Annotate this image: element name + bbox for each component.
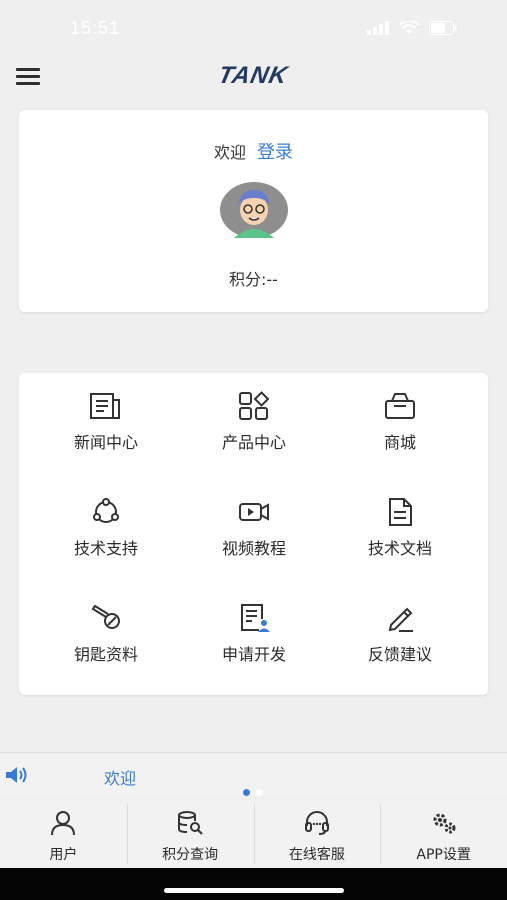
profile-card: 欢迎 登录 积分:-- [19,110,488,312]
welcome-row: 欢迎 登录 [19,138,488,164]
menu-item-label: 技术支持 [73,539,138,558]
page-dot-active [243,789,250,796]
menu-item-video-tutorials[interactable]: 视频教程 [189,497,319,577]
settings-gears-icon [433,813,456,834]
tab-user[interactable]: 用户 [0,800,127,868]
wifi-icon [398,19,420,39]
menu-item-label: 技术文档 [367,539,432,558]
tank-logo: TANK [215,62,291,89]
speaker-icon [6,767,27,783]
menu-grid-card: 新闻中心 产品中心 商城 技术支持 视频教程 技术文档 钥匙资料 申请开发 反馈… [19,373,488,695]
page-indicator [243,789,263,796]
headset-icon [304,811,329,835]
menu-item-label: 反馈建议 [367,645,432,664]
tab-label: 积分查询 [162,847,219,863]
menu-item-product-center[interactable]: 产品中心 [189,391,319,471]
menu-item-label: 申请开发 [221,645,286,664]
home-indicator-area [0,868,507,900]
avatar[interactable] [220,182,288,238]
battery-icon [429,20,457,39]
home-indicator[interactable] [164,888,344,893]
menu-item-label: 新闻中心 [73,433,138,452]
menu-item-label: 视频教程 [221,539,286,558]
signal-icon [367,20,389,39]
bottom-tab-bar: 用户 积分查询 在线客服 APP设置 [0,800,507,868]
tab-app-settings[interactable]: APP设置 [380,800,507,868]
menu-item-key-info[interactable]: 钥匙资料 [41,603,171,683]
menu-item-label: 产品中心 [221,433,286,452]
status-icons [367,19,457,39]
top-bar: TANK [0,58,507,98]
points-text: 积分:-- [229,270,278,289]
tab-label: 在线客服 [288,847,345,863]
pencil-icon [388,607,413,632]
menu-item-apply-development[interactable]: 申请开发 [189,603,319,683]
announcement-text: 欢迎 [104,769,137,788]
products-grid-icon [239,391,270,420]
page-dot [256,789,263,796]
tab-points-query[interactable]: 积分查询 [126,800,254,868]
tab-online-service[interactable]: 在线客服 [253,800,381,868]
menu-item-feedback[interactable]: 反馈建议 [335,603,465,683]
menu-item-tech-docs[interactable]: 技术文档 [335,497,465,577]
status-time: 15:51 [70,18,121,38]
menu-item-label: 钥匙资料 [73,645,138,664]
document-icon [389,498,412,526]
tab-label: APP设置 [416,847,471,863]
shop-bag-icon [385,393,415,419]
menu-item-shop[interactable]: 商城 [335,391,465,471]
video-camera-icon [239,503,269,521]
menu-item-tech-support[interactable]: 技术支持 [41,497,171,577]
welcome-text: 欢迎 [213,143,246,162]
key-icon [91,604,120,629]
tab-label: 用户 [49,847,78,863]
menu-item-news-center[interactable]: 新闻中心 [41,391,171,471]
login-link[interactable]: 登录 [257,142,293,163]
points-search-icon [178,811,203,835]
hamburger-menu-icon[interactable] [16,68,40,88]
newspaper-icon [90,393,120,419]
user-icon [51,811,76,836]
status-bar: 15:51 [0,0,507,58]
apply-form-icon [241,604,270,632]
menu-item-label: 商城 [383,433,416,452]
support-nodes-icon [93,498,119,523]
